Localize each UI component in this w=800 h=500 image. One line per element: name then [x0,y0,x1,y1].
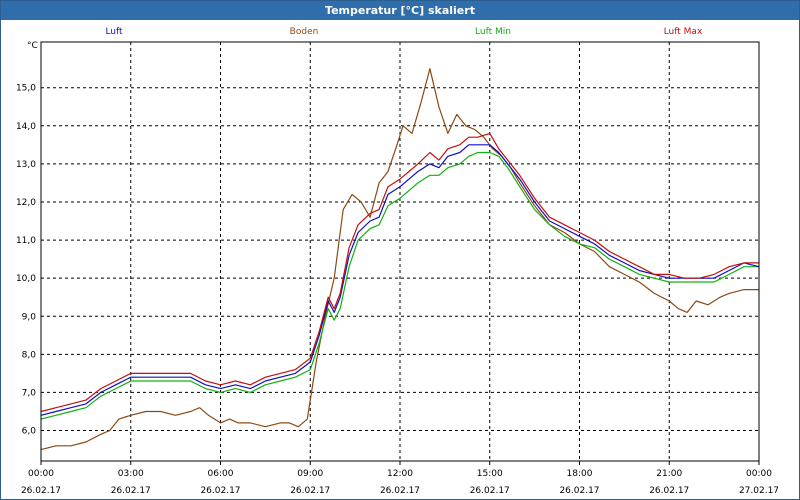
y-tick-label: 12,0 [16,198,36,208]
legend-entry-luft-min: Luft Min [475,27,511,37]
x-tick-time-label: 06:00 [208,469,234,479]
x-tick-time-label: 18:00 [567,469,593,479]
y-tick-label: 6,0 [22,427,37,437]
y-tick-label: 9,0 [22,312,37,322]
x-tick-date-label: 26.02.17 [649,486,689,496]
x-tick-date-label: 26.02.17 [21,486,61,496]
y-tick-label: 10,0 [16,274,36,284]
legend-entry-luft: Luft [105,27,123,37]
y-tick-label: 8,0 [22,350,37,360]
x-tick-time-label: 00:00 [746,469,772,479]
x-tick-time-label: 12:00 [387,469,413,479]
x-tick-time-label: 21:00 [656,469,682,479]
chart-title: Temperatur [°C] skaliert [1,1,799,20]
x-tick-date-label: 26.02.17 [200,486,240,496]
grid-lines [41,42,759,461]
y-tick-label: 13,0 [16,160,36,170]
y-tick-label: 11,0 [16,236,36,246]
x-tick-time-label: 00:00 [28,469,54,479]
legend-entry-luft-max: Luft Max [664,27,703,37]
x-tick-time-label: 15:00 [477,469,503,479]
x-tick-date-label: 26.02.17 [559,486,599,496]
y-tick-label: 14,0 [16,122,36,132]
legend: Luft Boden Luft Min Luft Max [105,27,703,37]
temperature-chart: 6,0 7,0 8,0 9,0 10,0 11,0 12,0 13,0 14,0 15,0 00:0… [16,27,779,496]
y-tick-label: 7,0 [22,388,37,398]
x-tick-date-label: 26.02.17 [290,486,330,496]
x-tick-time-label: 09:00 [297,469,323,479]
x-tick-date-label: 26.02.17 [380,486,420,496]
x-tick-time-label: 03:00 [118,469,144,479]
legend-entry-boden: Boden [290,27,319,37]
x-tick-date-label: 27.02.17 [739,486,779,496]
x-tick-date-label: 26.02.17 [470,486,510,496]
x-tick-date-label: 26.02.17 [111,486,151,496]
chart-window: Temperatur [°C] skaliert 6,0 7,0 8,0 9,0 10,… [0,0,800,500]
y-axis-unit-label: °C [27,41,38,51]
y-tick-label: 15,0 [16,84,36,94]
